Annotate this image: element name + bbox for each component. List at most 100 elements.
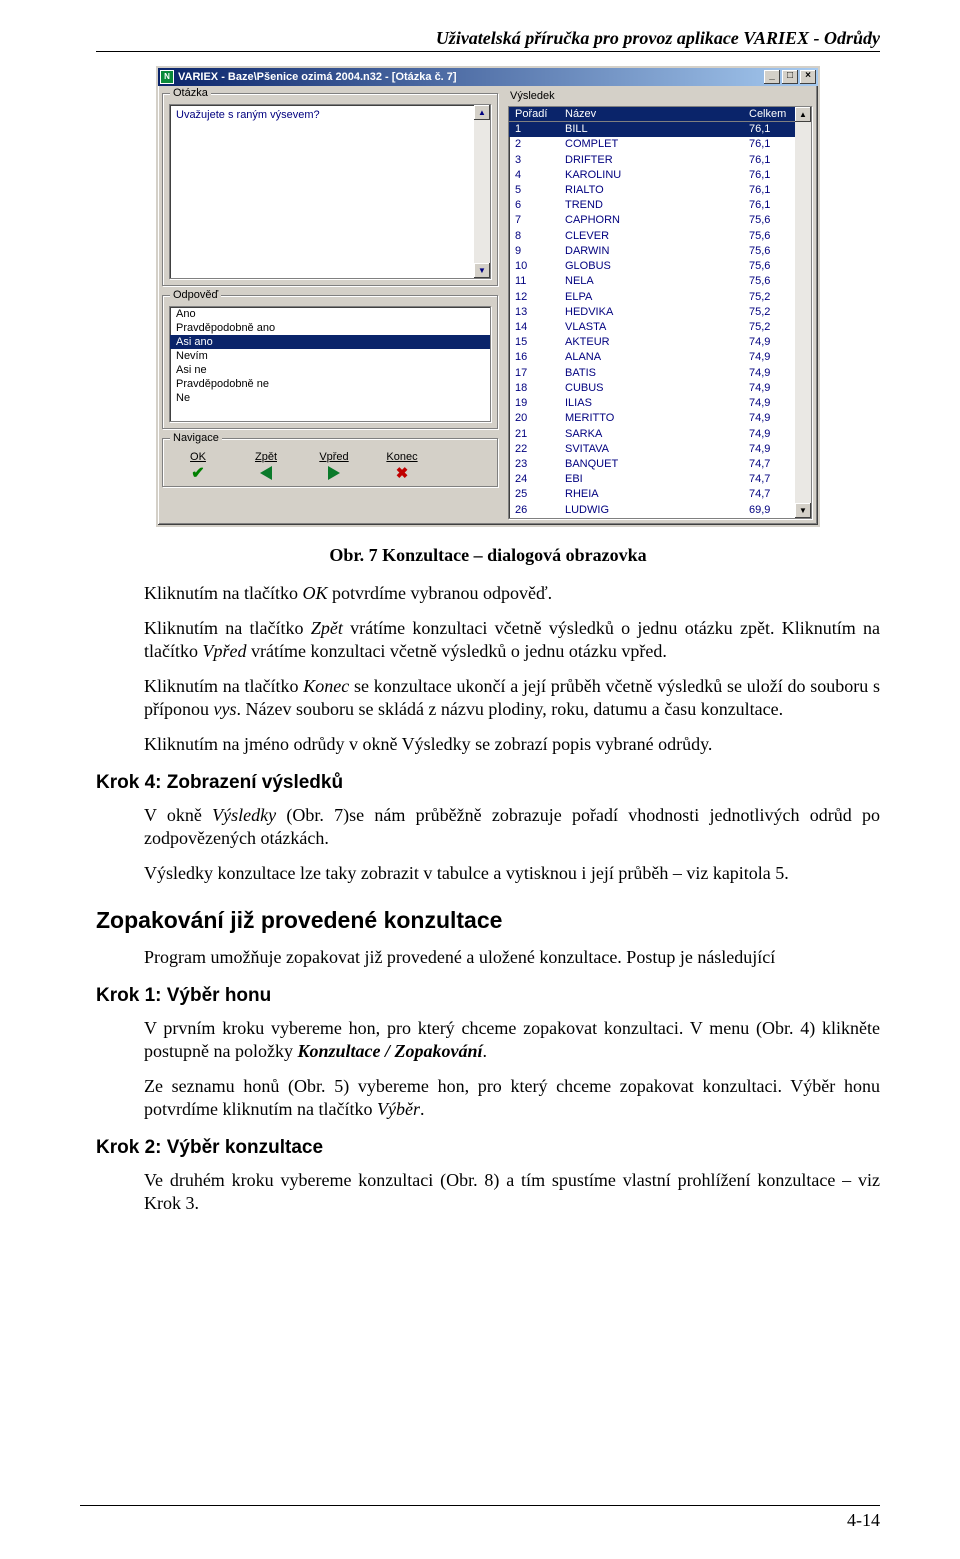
table-row[interactable]: 7CAPHORN75,6 bbox=[509, 213, 811, 228]
paragraph: Ve druhém kroku vybereme konzultaci (Obr… bbox=[144, 1169, 880, 1215]
maximize-button[interactable]: □ bbox=[782, 70, 798, 84]
app-window: N VARIEX - Baze\Pšenice ozimá 2004.n32 -… bbox=[156, 66, 820, 527]
answer-option[interactable]: Pravděpodobně ne bbox=[170, 377, 490, 391]
table-row[interactable]: 10GLOBUS75,6 bbox=[509, 259, 811, 274]
result-scrollbar[interactable]: ▲ ▼ bbox=[795, 107, 811, 518]
scroll-track[interactable] bbox=[474, 120, 490, 263]
result-table[interactable]: Pořadí Název Celkem 1BILL76,12COMPLET76,… bbox=[509, 107, 811, 518]
scroll-up-icon[interactable]: ▲ bbox=[474, 105, 490, 120]
table-row[interactable]: 13HEDVIKA75,2 bbox=[509, 305, 811, 320]
table-row[interactable]: 23BANQUET74,7 bbox=[509, 457, 811, 472]
table-row[interactable]: 19ILIAS74,9 bbox=[509, 396, 811, 411]
forward-button[interactable]: Vpřed bbox=[307, 451, 361, 482]
table-row[interactable]: 12ELPA75,2 bbox=[509, 289, 811, 304]
cell-name: HEDVIKA bbox=[559, 305, 743, 320]
table-row[interactable]: 9DARWIN75,6 bbox=[509, 244, 811, 259]
table-row[interactable]: 25RHEIA74,7 bbox=[509, 487, 811, 502]
cell-name: AKTEUR bbox=[559, 335, 743, 350]
back-button[interactable]: Zpět bbox=[239, 451, 293, 482]
paragraph: Kliknutím na tlačítko Zpět vrátíme konzu… bbox=[144, 617, 880, 663]
cell-name: CLEVER bbox=[559, 229, 743, 244]
cell-rank: 21 bbox=[509, 426, 559, 441]
table-row[interactable]: 5RIALTO76,1 bbox=[509, 183, 811, 198]
table-row[interactable]: 21SARKA74,9 bbox=[509, 426, 811, 441]
scroll-up-icon[interactable]: ▲ bbox=[795, 107, 811, 122]
cell-name: SVITAVA bbox=[559, 442, 743, 457]
table-row[interactable]: 26LUDWIG69,9 bbox=[509, 502, 811, 518]
paragraph: Kliknutím na jméno odrůdy v okně Výsledk… bbox=[144, 733, 880, 756]
minimize-button[interactable]: _ bbox=[764, 70, 780, 84]
cell-rank: 14 bbox=[509, 320, 559, 335]
cell-rank: 24 bbox=[509, 472, 559, 487]
cell-rank: 8 bbox=[509, 229, 559, 244]
table-row[interactable]: 3DRIFTER76,1 bbox=[509, 152, 811, 167]
question-scrollbar[interactable]: ▲ ▼ bbox=[474, 105, 490, 278]
arrow-right-icon bbox=[328, 466, 340, 480]
cell-rank: 2 bbox=[509, 137, 559, 152]
cell-name: CAPHORN bbox=[559, 213, 743, 228]
cell-rank: 11 bbox=[509, 274, 559, 289]
answer-option[interactable]: Nevím bbox=[170, 349, 490, 363]
header-rule bbox=[96, 51, 880, 52]
end-button-label: Konec bbox=[375, 451, 429, 463]
cell-name: VLASTA bbox=[559, 320, 743, 335]
table-row[interactable]: 18CUBUS74,9 bbox=[509, 381, 811, 396]
table-row[interactable]: 24EBI74,7 bbox=[509, 472, 811, 487]
result-header-name[interactable]: Název bbox=[559, 107, 743, 122]
end-button[interactable]: Konec ✖ bbox=[375, 451, 429, 482]
cell-rank: 7 bbox=[509, 213, 559, 228]
result-header-rank[interactable]: Pořadí bbox=[509, 107, 559, 122]
table-row[interactable]: 1BILL76,1 bbox=[509, 122, 811, 138]
question-text: Uvažujete s raným výsevem? bbox=[176, 109, 320, 121]
cell-rank: 25 bbox=[509, 487, 559, 502]
cell-name: SARKA bbox=[559, 426, 743, 441]
cell-rank: 9 bbox=[509, 244, 559, 259]
table-row[interactable]: 22SVITAVA74,9 bbox=[509, 442, 811, 457]
table-row[interactable]: 15AKTEUR74,9 bbox=[509, 335, 811, 350]
group-navigation-label: Navigace bbox=[170, 432, 222, 444]
answer-option[interactable]: Asi ano bbox=[170, 335, 490, 349]
result-table-wrap: Pořadí Název Celkem 1BILL76,12COMPLET76,… bbox=[508, 106, 812, 519]
scroll-track[interactable] bbox=[795, 122, 811, 503]
window-title: VARIEX - Baze\Pšenice ozimá 2004.n32 - [… bbox=[178, 71, 760, 83]
titlebar[interactable]: N VARIEX - Baze\Pšenice ozimá 2004.n32 -… bbox=[158, 68, 818, 86]
answer-option[interactable]: Asi ne bbox=[170, 363, 490, 377]
cell-rank: 10 bbox=[509, 259, 559, 274]
scroll-down-icon[interactable]: ▼ bbox=[474, 263, 490, 278]
close-button[interactable]: × bbox=[800, 70, 816, 84]
table-row[interactable]: 6TREND76,1 bbox=[509, 198, 811, 213]
group-answer: Odpověď AnoPravděpodobně anoAsi anoNevím… bbox=[162, 295, 498, 429]
arrow-left-icon bbox=[260, 466, 272, 480]
answer-listbox[interactable]: AnoPravděpodobně anoAsi anoNevímAsi nePr… bbox=[169, 306, 491, 422]
group-result-label: Výsledek bbox=[504, 88, 816, 106]
table-row[interactable]: 17BATIS74,9 bbox=[509, 366, 811, 381]
paragraph: V okně Výsledky (Obr. 7)se nám průběžně … bbox=[144, 804, 880, 850]
ok-button[interactable]: OK ✔ bbox=[171, 451, 225, 482]
ok-button-label: OK bbox=[171, 451, 225, 463]
cell-rank: 22 bbox=[509, 442, 559, 457]
cell-name: DRIFTER bbox=[559, 152, 743, 167]
paragraph: Kliknutím na tlačítko Konec se konzultac… bbox=[144, 675, 880, 721]
answer-option[interactable]: Pravděpodobně ano bbox=[170, 321, 490, 335]
table-row[interactable]: 2COMPLET76,1 bbox=[509, 137, 811, 152]
check-icon: ✔ bbox=[191, 463, 204, 483]
table-row[interactable]: 14VLASTA75,2 bbox=[509, 320, 811, 335]
answer-option[interactable]: Ne bbox=[170, 391, 490, 405]
cell-name: BILL bbox=[559, 122, 743, 138]
question-textbox: Uvažujete s raným výsevem? ▲ ▼ bbox=[169, 104, 491, 279]
page-number: 4-14 bbox=[80, 1510, 880, 1531]
cell-name: CUBUS bbox=[559, 381, 743, 396]
table-row[interactable]: 20MERITTO74,9 bbox=[509, 411, 811, 426]
step-heading: Krok 1: Výběr honu bbox=[96, 985, 880, 1007]
cell-rank: 17 bbox=[509, 366, 559, 381]
scroll-down-icon[interactable]: ▼ bbox=[795, 503, 811, 518]
group-question-label: Otázka bbox=[170, 87, 211, 99]
answer-option[interactable]: Ano bbox=[170, 307, 490, 321]
table-row[interactable]: 16ALANA74,9 bbox=[509, 350, 811, 365]
table-row[interactable]: 11NELA75,6 bbox=[509, 274, 811, 289]
cell-name: LUDWIG bbox=[559, 502, 743, 518]
cell-name: ALANA bbox=[559, 350, 743, 365]
forward-button-label: Vpřed bbox=[307, 451, 361, 463]
table-row[interactable]: 8CLEVER75,6 bbox=[509, 229, 811, 244]
table-row[interactable]: 4KAROLINU76,1 bbox=[509, 168, 811, 183]
